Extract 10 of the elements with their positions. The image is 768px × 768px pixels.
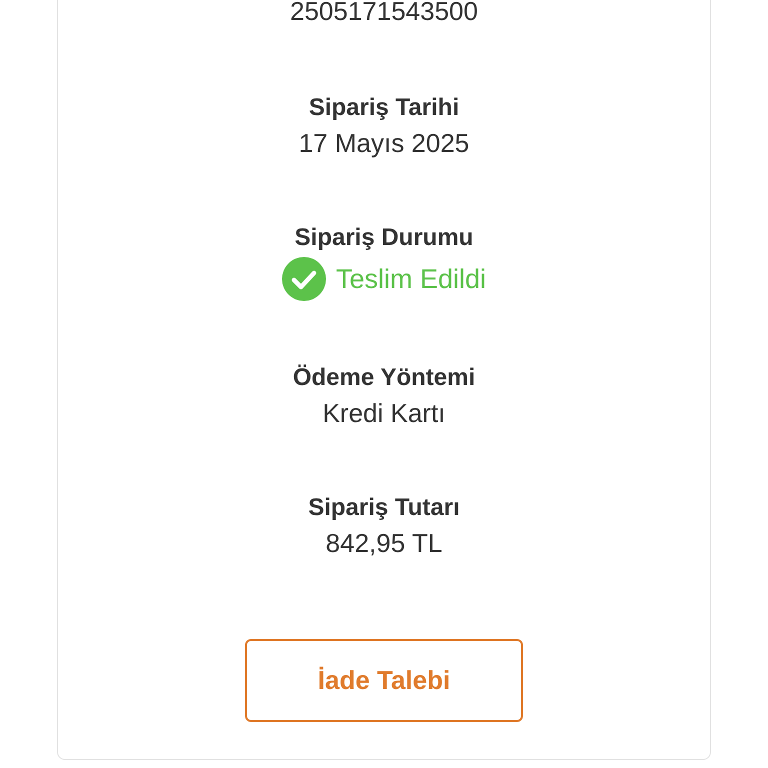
field-label: Ödeme Yöntemi <box>292 363 476 393</box>
order-number: 2505171543500 <box>290 0 478 28</box>
return-request-button[interactable]: İade Talebi <box>245 639 523 722</box>
field-value: 842,95 TL <box>326 527 442 560</box>
field-label: Sipariş Tarihi <box>308 93 460 123</box>
field-label: Sipariş Tutarı <box>308 493 460 523</box>
field-value: Kredi Kartı <box>322 397 446 430</box>
field-label: Sipariş Durumu <box>294 223 474 253</box>
status-text: Teslim Edildi <box>336 263 486 296</box>
field-value: 17 Mayıs 2025 <box>298 127 470 160</box>
